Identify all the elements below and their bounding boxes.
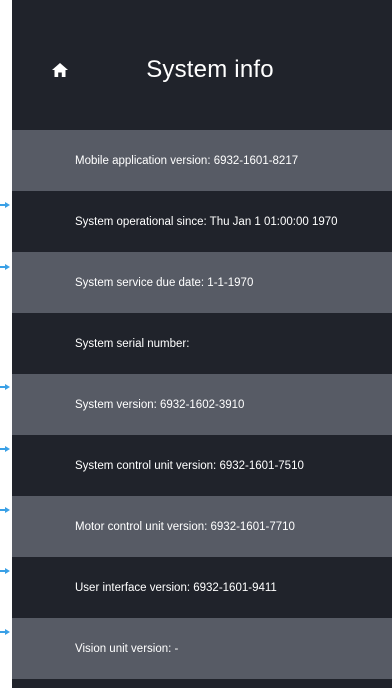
info-row-user-interface-version: User interface version: 6932-1601-9411	[12, 557, 392, 618]
arrow-marker-icon	[0, 202, 10, 208]
page-title: System info	[146, 56, 274, 83]
info-row-text: System service due date: 1-1-1970	[75, 276, 254, 289]
arrow-marker-icon	[0, 507, 10, 513]
info-row-text: Mobile application version: 6932-1601-82…	[75, 154, 299, 167]
home-button[interactable]	[50, 60, 70, 80]
info-row-text: User interface version: 6932-1601-9411	[75, 581, 277, 594]
info-row-text: System control unit version: 6932-1601-7…	[75, 459, 304, 472]
header-bar: System info	[12, 0, 392, 130]
info-row-text: Motor control unit version: 6932-1601-77…	[75, 520, 295, 533]
info-row-operational-since: System operational since: Thu Jan 1 01:0…	[12, 191, 392, 252]
arrow-marker-icon	[0, 568, 10, 574]
info-row-serial-number: System serial number:	[12, 313, 392, 374]
arrow-marker-icon	[0, 629, 10, 635]
info-row-service-due-date: System service due date: 1-1-1970	[12, 252, 392, 313]
system-info-screen: System info Mobile application version: …	[12, 0, 392, 688]
arrow-marker-icon	[0, 446, 10, 452]
info-row-mobile-app-version: Mobile application version: 6932-1601-82…	[12, 130, 392, 191]
arrow-marker-icon	[0, 384, 10, 390]
left-edge-markers	[0, 0, 12, 688]
info-row-text: System serial number:	[75, 337, 190, 350]
info-row-system-version: System version: 6932-1602-3910	[12, 374, 392, 435]
system-info-list: Mobile application version: 6932-1601-82…	[12, 130, 392, 679]
info-row-text: System version: 6932-1602-3910	[75, 398, 245, 411]
info-row-control-unit-version: System control unit version: 6932-1601-7…	[12, 435, 392, 496]
info-row-text: System operational since: Thu Jan 1 01:0…	[75, 215, 338, 228]
home-icon	[52, 62, 68, 77]
info-row-text: Vision unit version: -	[75, 642, 179, 655]
info-row-vision-unit-version: Vision unit version: -	[12, 618, 392, 679]
arrow-marker-icon	[0, 264, 10, 270]
info-row-motor-control-version: Motor control unit version: 6932-1601-77…	[12, 496, 392, 557]
